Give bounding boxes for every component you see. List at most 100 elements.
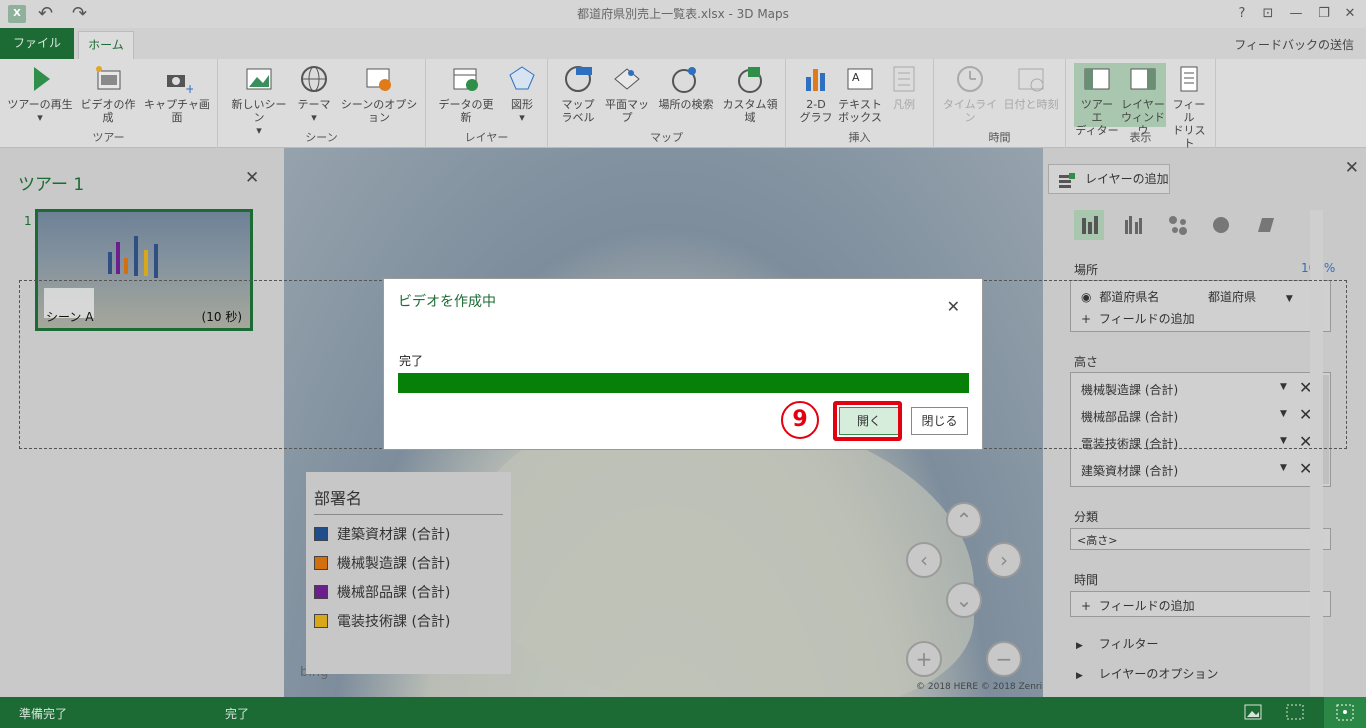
dialog-close-icon[interactable]: ✕ [947,297,960,316]
legend-swatch [314,614,328,628]
layer-options-label: レイヤーのオプション [1098,667,1219,681]
date-time-button[interactable]: 日付と時刻 [1000,63,1062,111]
map-labels-button[interactable]: マップ ラベル [558,63,598,124]
close-window-button[interactable]: ✕ [1340,4,1360,24]
region-icon[interactable] [1250,210,1280,240]
text-box-label-2: ボックス [838,111,882,124]
text-box-button[interactable]: A テキスト ボックス [838,63,882,124]
filters-label: フィルター [1098,637,1159,651]
layer-panel-close-icon[interactable]: ✕ [1345,158,1359,178]
close-button[interactable]: 閉じる [911,407,968,435]
find-location-button[interactable]: 場所の検索 [656,63,716,111]
find-location-icon [670,63,702,95]
height-field-row[interactable]: 建築資材課 (合計) [1081,462,1178,479]
flat-map-icon [611,63,643,95]
2d-chart-button[interactable]: 2-D グラフ [796,63,836,124]
picture-icon [243,63,275,95]
add-layer-button[interactable]: レイヤーの追加 [1048,164,1170,194]
capture-screen-button[interactable]: + キャプチャ画面 [142,63,212,124]
map-legend[interactable]: 部署名 建築資材課 (合計) 機械製造課 (合計) 機械部品課 (合計) 電装技… [306,472,511,674]
text-box-icon: A [844,63,876,95]
shapes-button[interactable]: 図形 ▾ [502,63,542,124]
status-bar: 準備完了 完了 [0,697,1366,728]
capture-screen-label: キャプチャ画面 [144,98,210,124]
theme-button[interactable]: テーマ ▾ [294,63,334,124]
stacked-column-icon[interactable] [1074,210,1104,240]
clock-icon [954,63,986,95]
title-bar: X ↶ ↷ 都道府県別売上一覧表.xlsx - 3D Maps ? ⊡ — ❐ … [0,0,1366,28]
flat-map-button[interactable]: 平面マップ [600,63,654,124]
map-attribution: © 2018 HERE © 2018 Zenrin [916,682,1048,692]
zoom-in-button[interactable]: + [906,641,942,677]
date-time-icon [1015,63,1047,95]
2d-chart-label-2: グラフ [799,111,833,124]
chevron-right-icon: ▶ [1076,671,1083,681]
create-video-button[interactable]: ビデオの作成 [76,63,140,124]
rotate-right-button[interactable]: › [986,542,1022,578]
tilt-up-button[interactable]: ⌃ [946,502,982,538]
time-group-label: 時間 [988,131,1011,144]
filters-expander[interactable]: ▶ フィルター [1076,635,1159,652]
legend-label: 機械部品課 (合計) [337,585,451,601]
date-time-label: 日付と時刻 [1003,98,1059,111]
insert-group: 2-D グラフ A テキスト ボックス 凡例 挿入 [786,59,934,148]
heatmap-icon[interactable] [1206,210,1236,240]
new-scene-label: 新しいシーン [231,98,287,124]
tour-editor-button[interactable]: ツアー エ ディター [1074,63,1120,137]
zoom-out-button[interactable]: − [986,641,1022,677]
category-box[interactable]: <高さ> [1070,528,1331,550]
tab-file[interactable]: ファイル [0,28,74,59]
scene-group-label: シーン [305,131,338,144]
tilt-down-button[interactable]: ⌄ [946,582,982,618]
legend-label: 建築資材課 (合計) [337,527,451,543]
field-list-label-1: フィール [1172,98,1206,124]
layer-group-label: レイヤー [464,131,509,144]
find-location-label: 場所の検索 [658,98,714,111]
timeline-button[interactable]: タイムライン [940,63,1000,124]
bubble-icon[interactable] [1163,210,1193,240]
clustered-column-icon[interactable] [1118,210,1148,240]
fullscreen-icon[interactable] [1286,704,1304,723]
feedback-link[interactable]: フィードバックの送信 [1234,36,1354,53]
time-box[interactable]: + フィールドの追加 [1070,591,1331,617]
scene-number: 1 [24,214,32,228]
scene-options-button[interactable]: シーンのオプション [336,63,422,124]
rotate-left-button[interactable]: ‹ [906,542,942,578]
progress-status: 完了 [399,354,424,368]
layer-pane-button[interactable]: レイヤー ウィンドウ [1120,63,1166,137]
ribbon-tabs: ファイル ホーム フィードバックの送信 [0,28,1366,59]
globe-icon [298,63,330,95]
film-icon [92,63,124,95]
tour-title: ツアー 1 [18,175,85,195]
chevron-down-icon[interactable]: ▼ [1280,463,1287,473]
tour-close-icon[interactable]: ✕ [245,168,259,188]
map-labels-label-1: マップ [561,98,595,111]
new-scene-button[interactable]: 新しいシーン ▾ [228,63,290,137]
play-tour-button[interactable]: ツアーの再生 ▾ [6,63,74,124]
help-icon[interactable]: ? [1232,4,1252,24]
layer-options-expander[interactable]: ▶ レイヤーのオプション [1076,665,1218,682]
minimize-button[interactable]: — [1286,4,1306,24]
ribbon: ツアーの再生 ▾ ビデオの作成 + キャプチャ画面 ツアー 新しいシーン ▾ テーマ… [0,59,1366,150]
refresh-data-label: データの更新 [438,98,494,124]
time-add-field[interactable]: + フィールドの追加 [1081,597,1195,614]
tour-mode-icon[interactable] [1324,697,1366,728]
insert-group-label: 挿入 [848,131,871,144]
plus-icon: + [1081,599,1092,613]
legend-item: 電装技術課 (合計) [314,611,450,631]
legend-title: 部署名 [314,489,363,508]
ribbon-display-icon[interactable]: ⊡ [1258,4,1278,24]
camera-icon: + [161,63,195,96]
maximize-button[interactable]: ❐ [1314,4,1334,24]
tab-home[interactable]: ホーム [78,31,134,59]
custom-regions-button[interactable]: カスタム領域 [718,63,782,124]
capture-view-icon[interactable] [1244,704,1262,723]
time-label: 時間 [1074,573,1099,587]
map-group: マップ ラベル 平面マップ 場所の検索 カスタム領域 マップ [548,59,786,148]
legend-button[interactable]: 凡例 [884,63,924,111]
map-land [474,408,974,697]
refresh-data-button[interactable]: データの更新 [434,63,498,124]
2d-chart-label-1: 2-D [806,98,826,111]
play-icon [24,63,56,95]
map-labels-label-2: ラベル [561,111,595,124]
